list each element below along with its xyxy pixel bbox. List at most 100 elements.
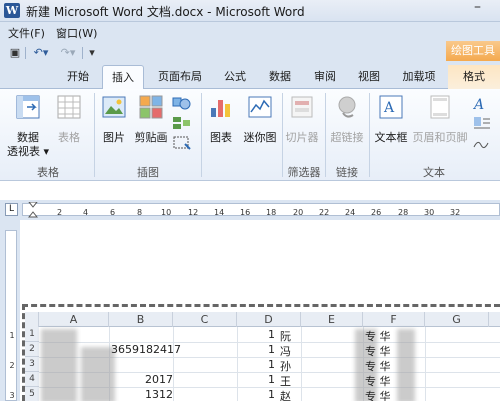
column-header-f[interactable]: F [363, 312, 425, 327]
cell-b4[interactable]: 2017 [145, 373, 173, 386]
cell-e3[interactable]: 孙 [280, 358, 291, 374]
group-label-tables: 表格 [37, 166, 59, 179]
minimize-button[interactable]: – [455, 0, 500, 19]
cell-e5[interactable]: 赵 [280, 388, 291, 401]
group-separator [282, 93, 283, 177]
pivot-table-button[interactable]: 数据 透视表 ▾ [6, 93, 50, 159]
table-button[interactable]: 表格 [52, 93, 86, 159]
cell-e4[interactable]: 王 [280, 373, 291, 389]
cell-f2[interactable]: 专 华 [365, 343, 391, 359]
redo-button[interactable]: ↷▾ [57, 45, 79, 61]
ruler-tick: 22 [319, 208, 330, 217]
tab-equation[interactable]: 公式 [218, 65, 252, 89]
embedded-worksheet[interactable]: A B C D E F G 1 2 3 4 5 3659182417 2017 … [22, 304, 500, 401]
picture-label: 图片 [103, 131, 125, 144]
tab-data[interactable]: 数据 [262, 65, 298, 89]
redacted-region [81, 347, 115, 401]
cell-f3[interactable]: 专 华 [365, 358, 391, 374]
cell-f5[interactable]: 专 华 [365, 388, 391, 401]
tab-home[interactable]: 开始 [60, 65, 96, 89]
clipart-button[interactable]: 剪贴画 [132, 93, 170, 159]
column-header-e[interactable]: E [301, 312, 363, 327]
cell-d4[interactable]: 1 [268, 373, 275, 386]
tab-view[interactable]: 视图 [352, 65, 386, 89]
sparkline-button[interactable]: 迷你图 [240, 93, 280, 159]
slicer-button[interactable]: 切片器 [284, 93, 320, 159]
textbox-icon: A [379, 95, 403, 119]
wordart-icon[interactable]: A [472, 95, 492, 111]
ruler-tick: 2 [57, 208, 63, 217]
tab-page-layout[interactable]: 页面布局 [152, 65, 208, 89]
cell-e1[interactable]: 阮 [280, 328, 291, 344]
column-header-a[interactable]: A [39, 312, 109, 327]
chart-icon [211, 100, 230, 117]
customize-qat-button[interactable]: ▾ [86, 45, 98, 61]
row-header[interactable]: 1 [25, 327, 39, 342]
screenshot-icon[interactable] [172, 135, 192, 151]
ruler-tick: 2 [9, 361, 15, 370]
sparkline-label: 迷你图 [243, 131, 277, 144]
slicer-label: 切片器 [285, 131, 319, 144]
cell-d1[interactable]: 1 [268, 328, 275, 341]
group-label-text: 文本 [423, 166, 445, 179]
ruler-tick: 16 [240, 208, 251, 217]
ruler-tick: 20 [293, 208, 304, 217]
chart-button[interactable]: 图表 [204, 93, 238, 159]
textbox-button[interactable]: A 文本框 [372, 93, 410, 159]
save-icon[interactable]: ▣ [8, 45, 22, 61]
cell-f4[interactable]: 专 华 [365, 373, 391, 389]
tab-addins[interactable]: 加载项 [396, 65, 442, 89]
shapes-icon[interactable] [172, 95, 192, 111]
column-header-g[interactable]: G [425, 312, 489, 327]
window-title: 新建 Microsoft Word 文档.docx - Microsoft Wo… [26, 5, 305, 19]
indent-marker-icon[interactable] [28, 202, 38, 218]
cell-b5[interactable]: 1312 [145, 388, 173, 401]
smartart-icon[interactable] [172, 115, 192, 131]
cell-d3[interactable]: 1 [268, 358, 275, 371]
group-label-filter: 筛选器 [287, 166, 321, 179]
drawing-tools-group-label: 绘图工具 [446, 41, 500, 61]
tab-format[interactable]: 格式 [448, 65, 500, 89]
row-header[interactable]: 5 [25, 387, 39, 401]
cell-d2[interactable]: 1 [268, 343, 275, 356]
pivot-table-label-line2: 透视表 ▾ [6, 145, 50, 158]
ruler-tick: 3 [9, 391, 15, 400]
menu-file[interactable]: 文件(F) [8, 25, 45, 41]
drop-cap-icon[interactable] [472, 115, 492, 131]
ruler-tick: 10 [161, 208, 172, 217]
column-header-b[interactable]: B [109, 312, 173, 327]
column-header-c[interactable]: C [173, 312, 237, 327]
row-header[interactable]: 4 [25, 372, 39, 387]
ruler-tick: 1 [9, 331, 15, 340]
picture-button[interactable]: 图片 [98, 93, 130, 159]
hyperlink-button[interactable]: 超链接 [328, 93, 366, 159]
tab-selector-button[interactable]: L [5, 203, 18, 216]
signature-line-icon[interactable] [472, 135, 492, 151]
pivot-table-icon [16, 95, 40, 119]
ribbon-tabs: 开始 插入 页面布局 公式 数据 审阅 视图 加载项 格式 [0, 65, 500, 90]
word-app-icon[interactable]: W [4, 3, 20, 18]
select-all-corner[interactable] [25, 312, 39, 327]
cell-d5[interactable]: 1 [268, 388, 275, 401]
undo-button[interactable]: ↶▾ [30, 45, 52, 61]
quick-access-toolbar: ▣ ↶▾ ↷▾ ▾ [0, 41, 500, 65]
grid-line [425, 327, 426, 401]
tab-review[interactable]: 审阅 [308, 65, 342, 89]
cell-f1[interactable]: 专 华 [365, 328, 391, 344]
cell-b2[interactable]: 3659182417 [111, 343, 181, 356]
column-header-d[interactable]: D [237, 312, 301, 327]
menu-window[interactable]: 窗口(W) [56, 25, 97, 41]
group-separator [325, 93, 326, 177]
group-separator [201, 93, 202, 177]
vertical-ruler-track[interactable]: 1 2 3 [5, 230, 17, 401]
horizontal-ruler-track[interactable]: 2 4 6 8 10 12 14 16 18 20 22 24 26 28 30… [22, 202, 500, 218]
redacted-region [41, 329, 77, 401]
group-label-links: 链接 [336, 166, 358, 179]
grid-line [237, 327, 238, 401]
row-header[interactable]: 3 [25, 357, 39, 372]
tab-insert[interactable]: 插入 [102, 65, 144, 90]
clipart-label: 剪贴画 [134, 131, 168, 144]
row-header[interactable]: 2 [25, 342, 39, 357]
cell-e2[interactable]: 冯 [280, 343, 291, 359]
header-footer-button[interactable]: 页眉和页脚 [412, 93, 468, 159]
